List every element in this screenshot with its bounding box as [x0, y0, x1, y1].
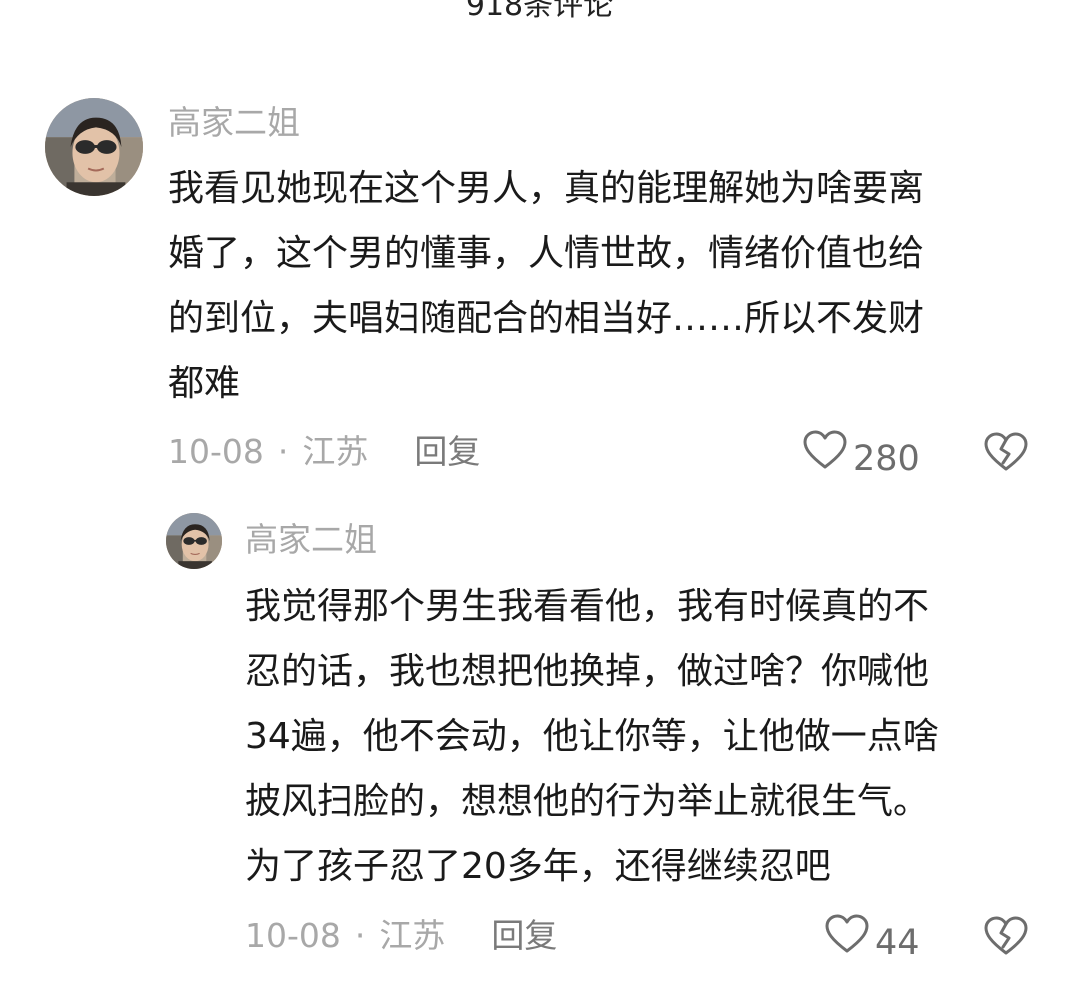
avatar-photo [166, 513, 222, 569]
like-button[interactable]: 280 [803, 430, 920, 487]
comment-line: 的到位，夫唱妇随配合的相当好……所以不发财 [168, 298, 925, 339]
comment-meta: 10-08 · 江苏 回复 [245, 914, 557, 958]
like-count: 280 [853, 438, 920, 479]
comment-username[interactable]: 高家二姐 [168, 101, 300, 145]
comment-line: 我觉得那个男生我看看他，我有时候真的不 [245, 586, 930, 627]
comment-username[interactable]: 高家二姐 [245, 518, 377, 562]
reply-button[interactable]: 回复 [491, 914, 557, 958]
heart-outline-icon [825, 914, 869, 971]
comment-text: 我看见她现在这个男人，真的能理解她为啥要离 婚了，这个男的懂事，人情世故，情绪价… [168, 156, 1048, 416]
comment-location: 江苏 [379, 916, 446, 955]
comment-date: 10-08 [168, 432, 264, 471]
avatar-photo [45, 98, 143, 196]
comment-line: 都难 [168, 363, 241, 404]
like-button[interactable]: 44 [825, 914, 920, 971]
meta-separator: · [354, 916, 366, 955]
comment-text: 我觉得那个男生我看看他，我有时候真的不 忍的话，我也想把他换掉，做过啥？你喊他 … [245, 574, 1055, 899]
comment-line: 34遍，他不会动，他让你等，让他做一点啥 [245, 716, 939, 757]
comment-line: 忍的话，我也想把他换掉，做过啥？你喊他 [245, 651, 930, 692]
avatar[interactable] [166, 513, 222, 569]
reply-button[interactable]: 回复 [414, 430, 480, 474]
comment-line: 为了孩子忍了20多年，还得继续忍吧 [245, 846, 831, 887]
meta-separator: · [277, 432, 289, 471]
comment-line: 披风扫脸的，想想他的行为举止就很生气。 [245, 781, 930, 822]
comment-date: 10-08 [245, 916, 341, 955]
broken-heart-icon[interactable] [984, 916, 1028, 960]
comment-meta: 10-08 · 江苏 回复 [168, 430, 480, 474]
like-count: 44 [875, 922, 920, 963]
comment-line: 婚了，这个男的懂事，人情世故，情绪价值也给 [168, 233, 925, 274]
heart-outline-icon [803, 430, 847, 487]
broken-heart-icon[interactable] [984, 432, 1028, 476]
avatar[interactable] [45, 98, 143, 196]
comment-count-title: 918条评论 [465, 0, 614, 23]
comment-location: 江苏 [302, 432, 369, 471]
comment-line: 我看见她现在这个男人，真的能理解她为啥要离 [168, 168, 925, 209]
